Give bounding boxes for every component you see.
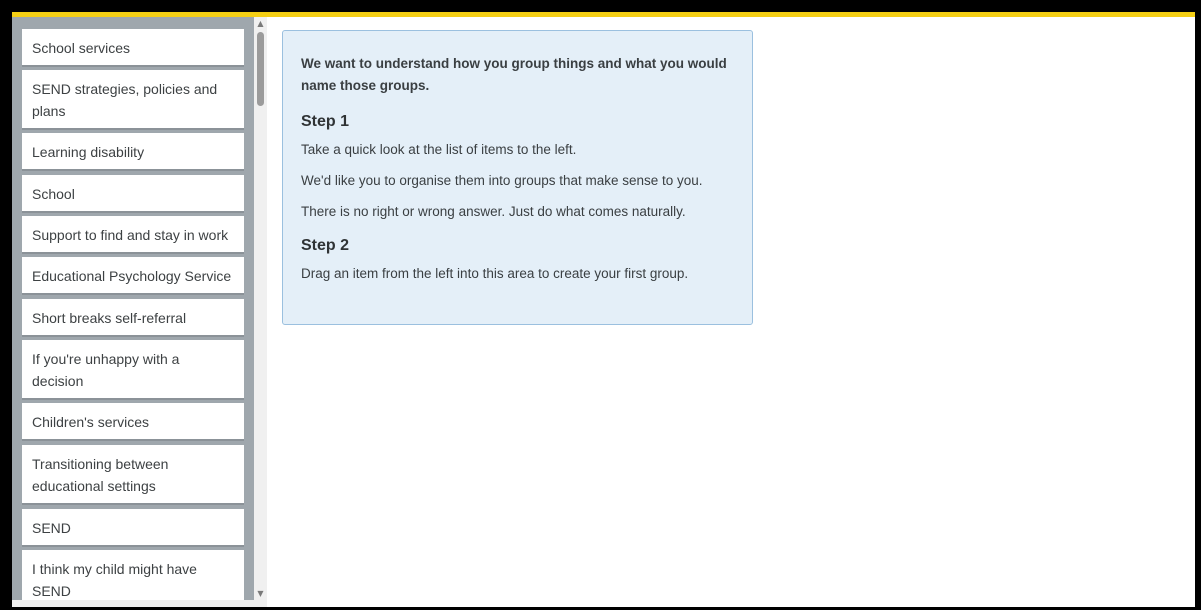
triangle-up-icon[interactable]: ▲ bbox=[254, 17, 267, 30]
card-item[interactable]: School bbox=[22, 175, 244, 211]
sidebar-scrollbar[interactable]: ▲ ▼ bbox=[254, 17, 267, 600]
step-1-title: Step 1 bbox=[301, 113, 350, 130]
triangle-down-icon[interactable]: ▼ bbox=[254, 587, 267, 600]
card-item[interactable]: I think my child might have SEND bbox=[22, 550, 244, 600]
instructions-panel: We want to understand how you group thin… bbox=[282, 30, 753, 325]
step-1-line: We'd like you to organise them into grou… bbox=[301, 173, 703, 188]
card-item[interactable]: Learning disability bbox=[22, 133, 244, 169]
card-sort-workspace: School services SEND strategies, policie… bbox=[12, 12, 1195, 607]
step-1-line: Take a quick look at the list of items t… bbox=[301, 142, 577, 157]
card-item[interactable]: SEND bbox=[22, 509, 244, 545]
card-item[interactable]: Children's services bbox=[22, 403, 244, 439]
card-item[interactable]: School services bbox=[22, 29, 244, 65]
card-item[interactable]: Transitioning between educational settin… bbox=[22, 445, 244, 503]
step-1-line: There is no right or wrong answer. Just … bbox=[301, 204, 686, 219]
step-2-line: Drag an item from the left into this are… bbox=[301, 266, 689, 281]
step-2-title: Step 2 bbox=[301, 237, 350, 254]
card-item[interactable]: Support to find and stay in work bbox=[22, 216, 244, 252]
instructions-intro: We want to understand how you group thin… bbox=[301, 56, 727, 93]
card-item[interactable]: SEND strategies, policies and plans bbox=[22, 70, 244, 128]
scrollbar-thumb[interactable] bbox=[257, 32, 264, 106]
card-item[interactable]: Short breaks self-referral bbox=[22, 299, 244, 335]
card-item[interactable]: If you're unhappy with a decision bbox=[22, 340, 244, 398]
card-list-sidebar: School services SEND strategies, policie… bbox=[12, 17, 254, 600]
card-item[interactable]: Educational Psychology Service bbox=[22, 257, 244, 293]
horizontal-scrollbar[interactable] bbox=[12, 600, 267, 607]
